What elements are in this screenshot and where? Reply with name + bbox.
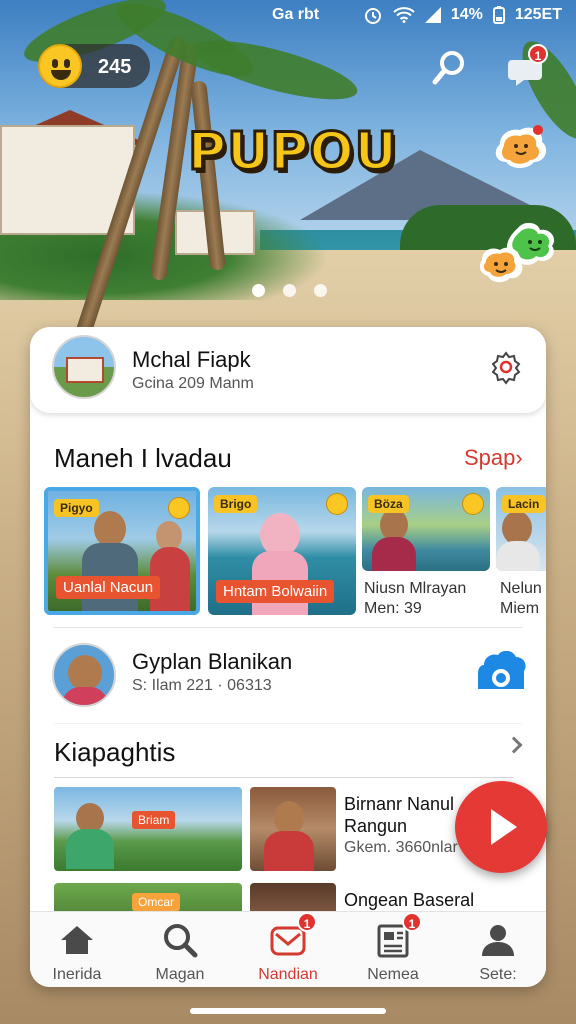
featured-card[interactable]: Böza: [362, 487, 490, 571]
home-indicator[interactable]: [190, 1008, 386, 1014]
camera-icon: [478, 650, 526, 689]
house-image: [66, 357, 104, 383]
status-icons: 14% 125ET: [363, 6, 562, 24]
carousel-dot[interactable]: [314, 284, 327, 297]
profile-header[interactable]: Mchal Fiapk Gcina 209 Manm: [30, 327, 546, 413]
blob-mascot-icon: [495, 125, 547, 168]
app-logo: PUPOU: [187, 121, 399, 184]
nav-label: Inerida: [52, 966, 102, 983]
carousel-dots[interactable]: [252, 284, 327, 297]
featured-link-label: Spap: [464, 445, 516, 470]
list-title-line1: Ongean Baseral: [344, 890, 475, 910]
profile-avatar[interactable]: [52, 335, 116, 399]
notification-badge: 1: [528, 44, 548, 64]
nav-label: Magan: [155, 966, 205, 983]
bottom-navigation: Inerida Magan 1 Nandian 1 Nemea Sete:: [30, 911, 546, 987]
contact-subtitle: S: Ilam 221 · 06313: [132, 677, 272, 694]
card-tag: Brigo: [214, 495, 258, 513]
list-thumbnail[interactable]: [250, 787, 336, 871]
nav-item-profile[interactable]: Sete:: [453, 920, 543, 984]
list-title-line2: Rangun: [344, 816, 408, 836]
settings-button[interactable]: [488, 349, 524, 385]
carousel-dot[interactable]: [283, 284, 296, 297]
nav-item-search[interactable]: Magan: [135, 920, 225, 984]
chevron-right-icon: ›: [515, 445, 523, 470]
carousel-dot[interactable]: [252, 284, 265, 297]
featured-carousel[interactable]: Pigyo Uanlal Nacun Brigo Hntam Bolwaiin …: [30, 487, 546, 617]
profile-icon: [482, 925, 514, 956]
status-clock: 125ET: [514, 6, 562, 23]
list-title-line1: Birnanr Nanul: [344, 794, 455, 814]
camera-button[interactable]: [474, 650, 528, 693]
battery-icon: [492, 6, 505, 24]
card-name: Nelun: [500, 580, 542, 597]
nav-badge: 1: [402, 912, 422, 932]
mascot-sticker-orange[interactable]: [492, 124, 550, 175]
coin-count: 245: [98, 56, 132, 78]
search-icon: [164, 924, 198, 958]
profile-subtitle: Gcina 209 Manm: [132, 375, 254, 392]
search-button[interactable]: [430, 48, 470, 88]
list-subtitle: Gkem. 3660nlar: [344, 839, 458, 856]
wifi-icon: [393, 7, 415, 23]
main-card: Mchal Fiapk Gcina 209 Manm Maneh I lvada…: [30, 327, 546, 987]
featured-card[interactable]: Pigyo Uanlal Nacun: [44, 487, 200, 615]
play-fab-button[interactable]: [455, 781, 547, 873]
card-tag: Lacin: [502, 495, 546, 513]
nav-item-news[interactable]: 1 Nemea: [348, 912, 438, 984]
status-time: Ga rbt: [272, 6, 320, 23]
smiley-coin-icon: [38, 44, 82, 88]
divider: [54, 777, 514, 778]
chevron-right-icon[interactable]: [505, 736, 523, 754]
play-icon: [491, 809, 517, 845]
nav-item-home[interactable]: Inerida: [32, 920, 122, 984]
profile-name: Mchal Fiapk: [132, 347, 251, 372]
signal-icon: [424, 7, 441, 23]
list-tag: Briam: [132, 811, 176, 829]
contact-name: Gyplan Blanikan: [132, 649, 293, 674]
home-icon: [61, 926, 93, 954]
divider: [54, 723, 522, 724]
alarm-icon: [364, 8, 381, 24]
mascot-sticker-group[interactable]: [478, 220, 568, 295]
featured-see-all-link[interactable]: Spap›: [464, 445, 523, 471]
card-name: Niusn Mlrayan: [364, 580, 467, 597]
card-tag: Pigyo: [54, 499, 99, 517]
card-meta: Miem: [500, 600, 540, 617]
status-bar: Ga rbt 14% 125ET: [0, 0, 576, 30]
blob-mascot-icon: [480, 222, 555, 283]
nav-label: Sete:: [479, 966, 517, 983]
card-caption: Hntam Bolwaiin: [216, 580, 335, 603]
nav-badge: 1: [297, 912, 317, 932]
nav-item-messages[interactable]: 1 Nandian: [243, 912, 333, 984]
coin-balance[interactable]: 245: [38, 44, 150, 88]
chat-button[interactable]: 1: [506, 44, 548, 90]
battery-percent: 14%: [450, 6, 483, 23]
gear-icon: [491, 351, 521, 385]
emoji-icon: [326, 493, 348, 515]
emoji-icon: [168, 497, 190, 519]
divider: [54, 627, 522, 628]
card-tag: Böza: [368, 495, 409, 513]
search-icon: [432, 51, 464, 85]
featured-card[interactable]: Brigo Hntam Bolwaiin: [208, 487, 356, 615]
list-thumbnail[interactable]: Briam: [54, 787, 242, 871]
section2-title: Kiapaghtis: [54, 737, 176, 767]
emoji-icon: [462, 493, 484, 515]
nav-label: Nemea: [367, 966, 419, 983]
card-caption: Uanlal Nacun: [56, 576, 161, 599]
card-meta: Men: 39: [364, 600, 422, 617]
featured-card[interactable]: Lacin: [496, 487, 546, 571]
contact-avatar[interactable]: [52, 643, 116, 707]
list-tag: Omcar: [132, 893, 180, 911]
nav-label: Nandian: [258, 966, 318, 983]
featured-section-title: Maneh I lvadau: [54, 443, 232, 473]
